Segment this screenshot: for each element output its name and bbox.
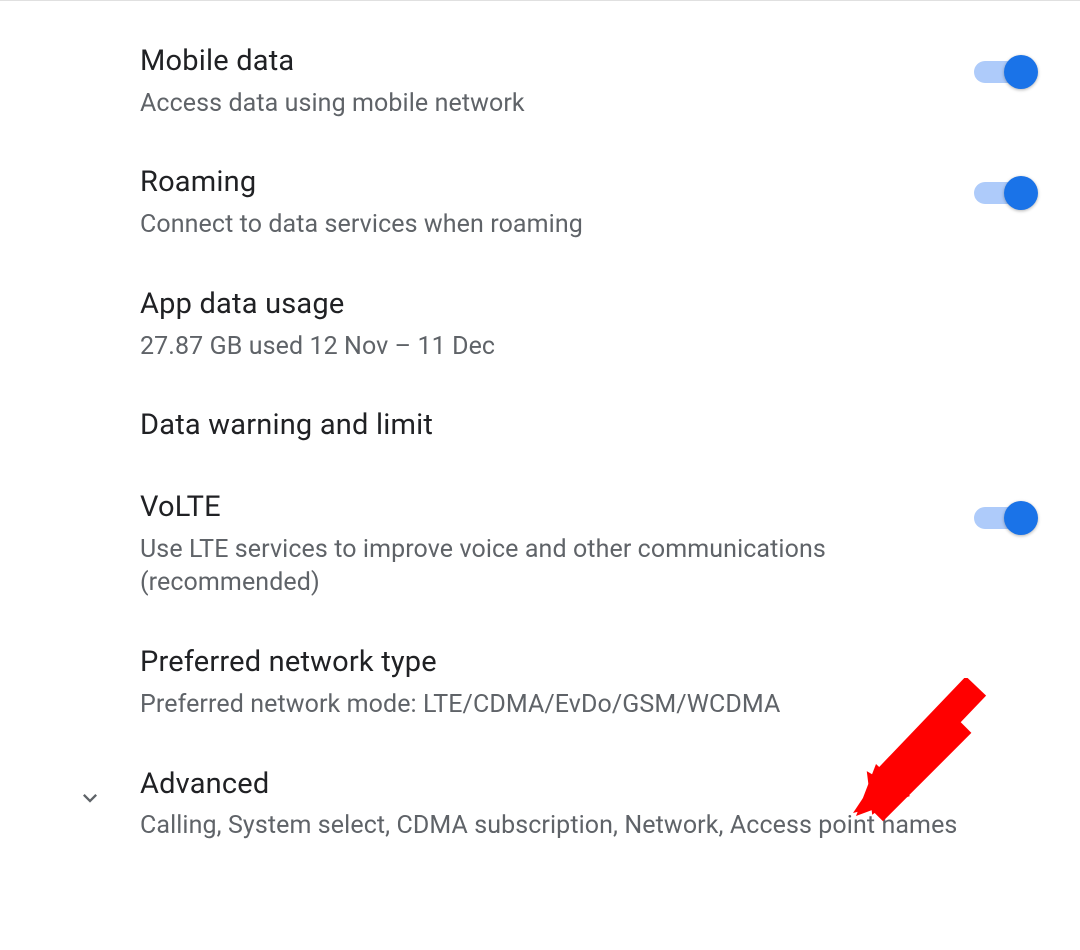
setting-title: App data usage	[140, 286, 1008, 324]
setting-subtitle: Connect to data services when roaming	[140, 208, 944, 242]
toggle-volte[interactable]	[974, 499, 1038, 537]
setting-content: Advanced Calling, System select, CDMA su…	[140, 766, 1038, 843]
setting-content: App data usage 27.87 GB used 12 Nov – 11…	[140, 286, 1038, 363]
setting-content: VoLTE Use LTE services to improve voice …	[140, 489, 974, 600]
setting-subtitle: Use LTE services to improve voice and ot…	[140, 533, 944, 601]
setting-title: VoLTE	[140, 489, 944, 527]
toggle-thumb	[1004, 55, 1038, 89]
setting-content: Data warning and limit	[140, 407, 1038, 445]
setting-subtitle: 27.87 GB used 12 Nov – 11 Dec	[140, 330, 1008, 364]
toggle-roaming[interactable]	[974, 174, 1038, 212]
setting-title: Roaming	[140, 164, 944, 202]
setting-data-warning-limit[interactable]: Data warning and limit	[0, 385, 1080, 467]
settings-list: Mobile data Access data using mobile net…	[0, 1, 1080, 865]
setting-subtitle: Access data using mobile network	[140, 87, 944, 121]
setting-title: Advanced	[140, 766, 1008, 804]
chevron-down-icon	[76, 784, 104, 812]
toggle-mobile-data[interactable]	[974, 53, 1038, 91]
setting-title: Mobile data	[140, 43, 944, 81]
setting-content: Mobile data Access data using mobile net…	[140, 43, 974, 120]
setting-content: Preferred network type Preferred network…	[140, 644, 1038, 721]
setting-mobile-data[interactable]: Mobile data Access data using mobile net…	[0, 21, 1080, 142]
chevron-wrap	[40, 766, 140, 812]
toggle-thumb	[1004, 176, 1038, 210]
setting-preferred-network-type[interactable]: Preferred network type Preferred network…	[0, 622, 1080, 743]
setting-subtitle: Calling, System select, CDMA subscriptio…	[140, 809, 1008, 843]
setting-advanced[interactable]: Advanced Calling, System select, CDMA su…	[0, 744, 1080, 865]
setting-title: Preferred network type	[140, 644, 1008, 682]
setting-subtitle: Preferred network mode: LTE/CDMA/EvDo/GS…	[140, 688, 1008, 722]
setting-volte[interactable]: VoLTE Use LTE services to improve voice …	[0, 467, 1080, 622]
setting-roaming[interactable]: Roaming Connect to data services when ro…	[0, 142, 1080, 263]
setting-app-data-usage[interactable]: App data usage 27.87 GB used 12 Nov – 11…	[0, 264, 1080, 385]
setting-title: Data warning and limit	[140, 407, 1008, 445]
toggle-thumb	[1004, 501, 1038, 535]
setting-content: Roaming Connect to data services when ro…	[140, 164, 974, 241]
